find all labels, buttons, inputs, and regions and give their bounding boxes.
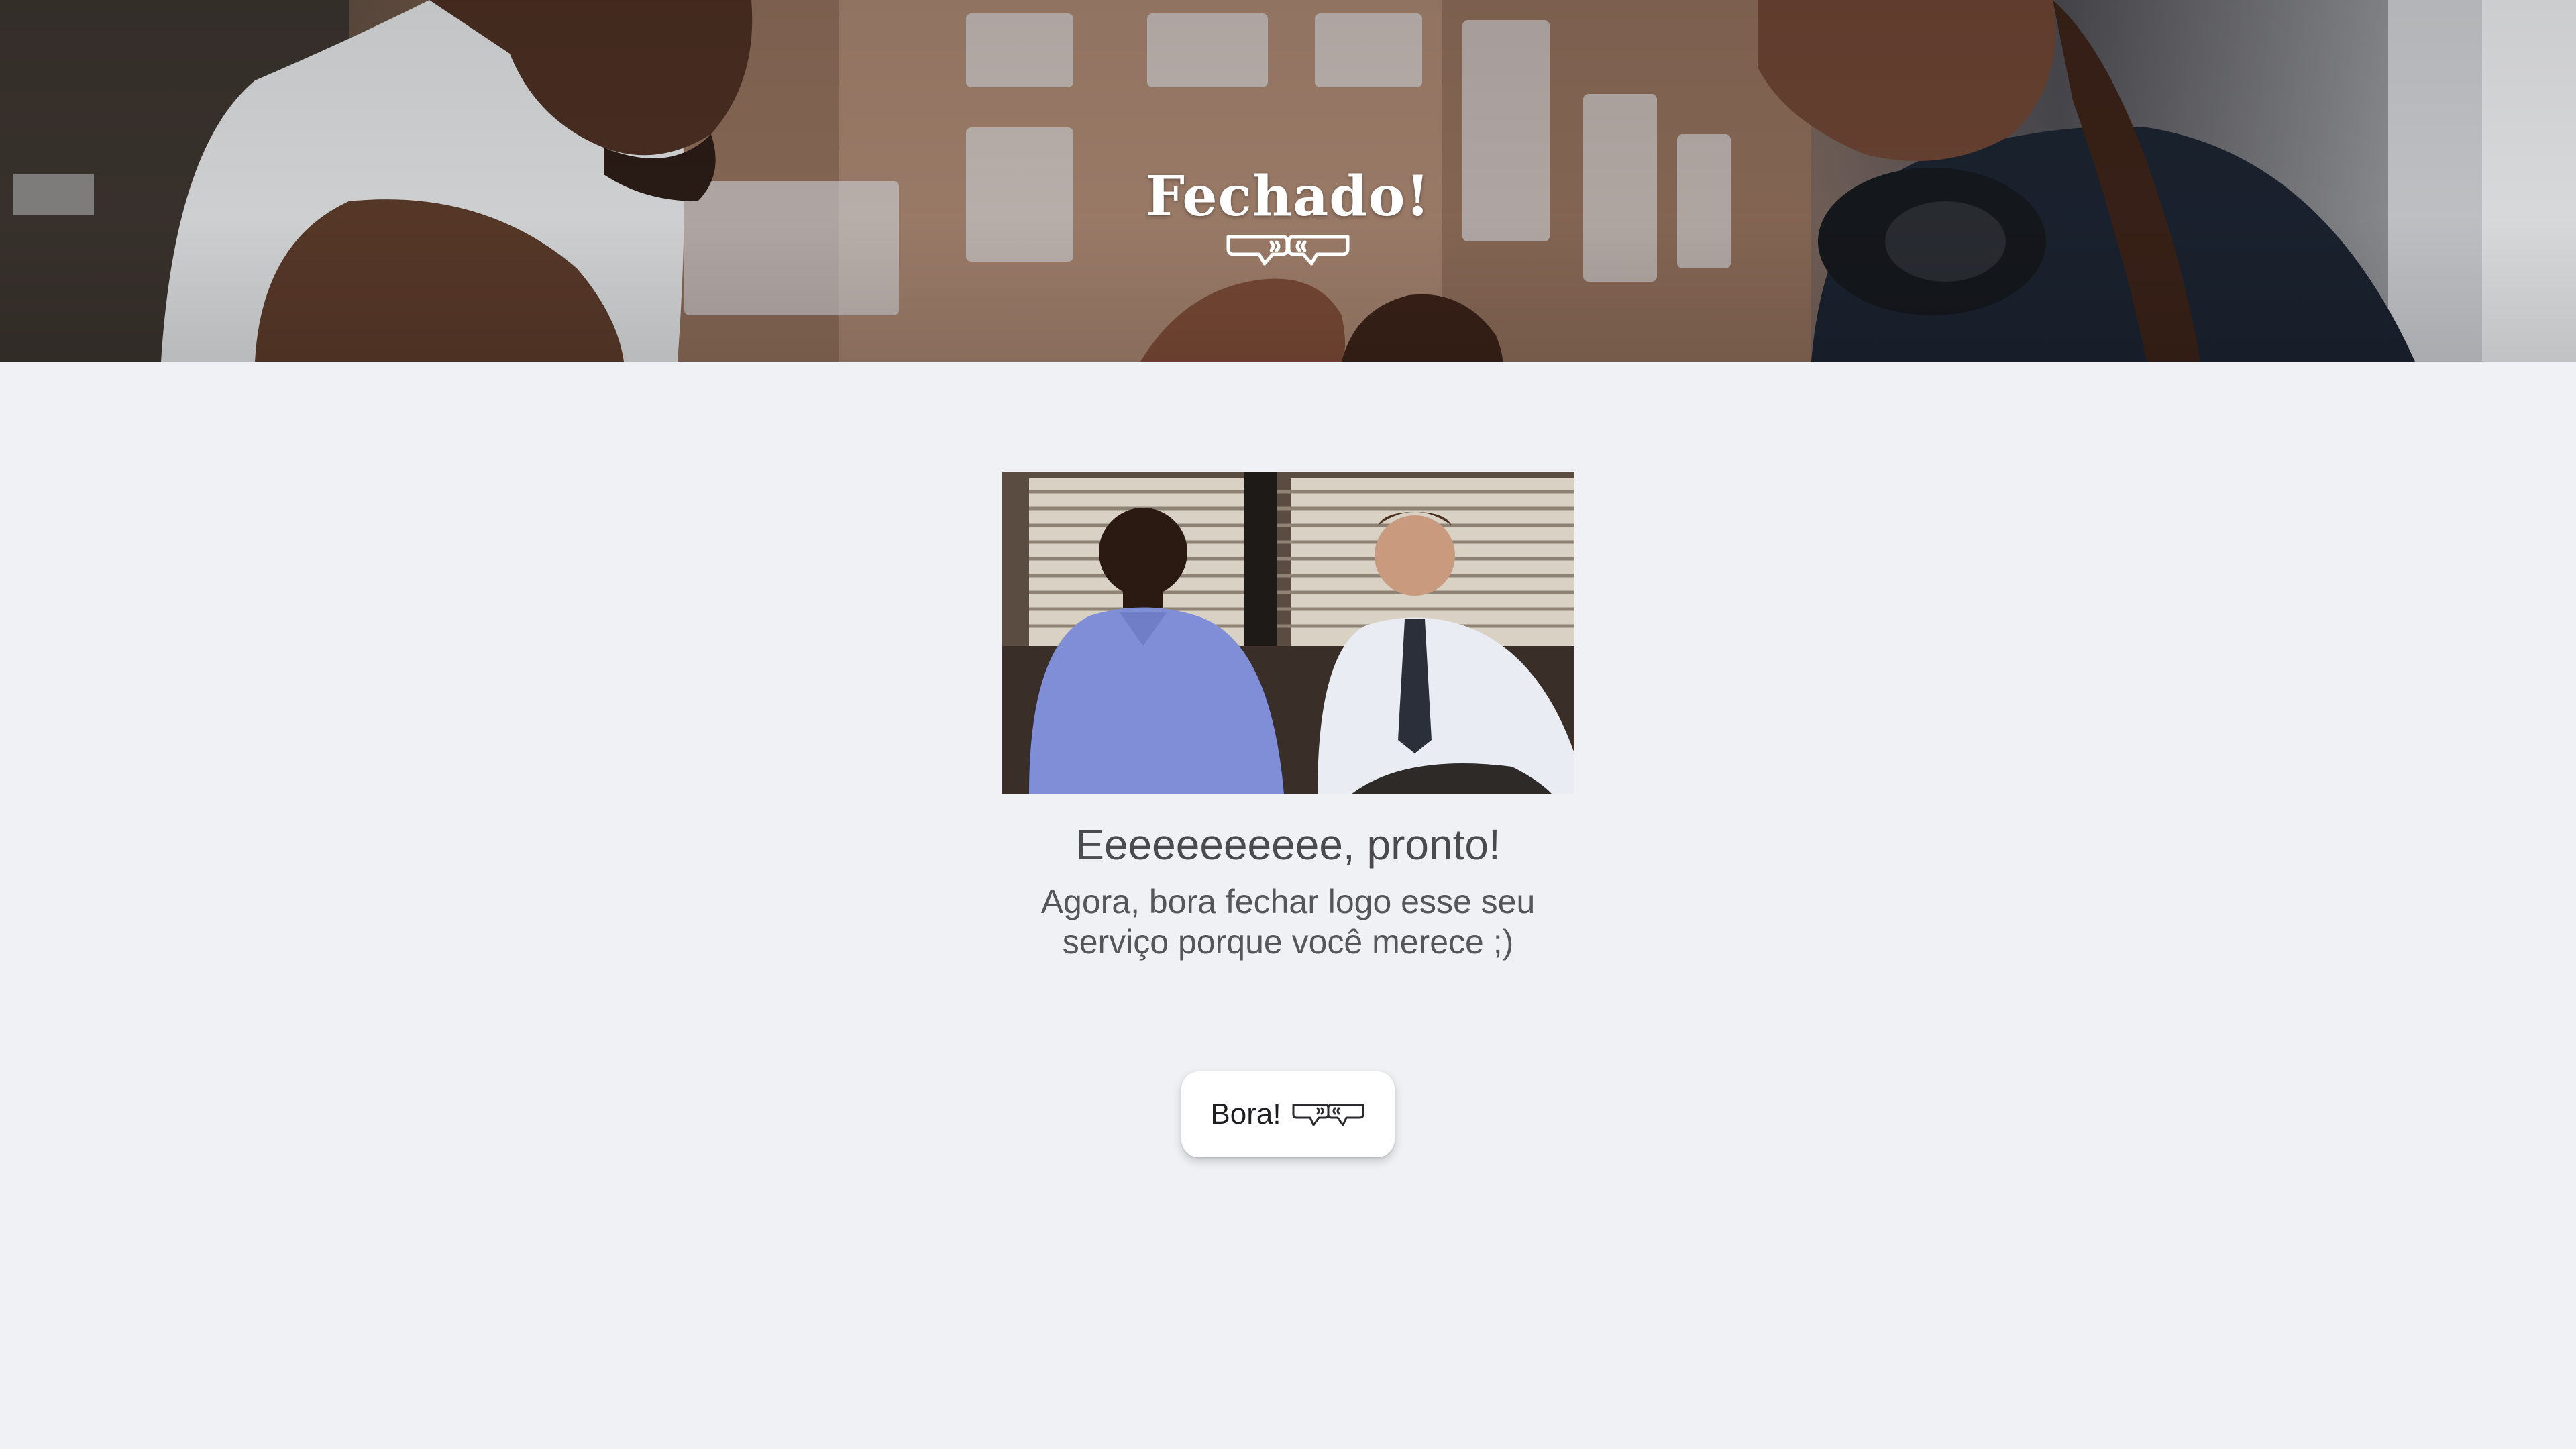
office-scene-image xyxy=(1002,472,1574,794)
fist-bump-icon xyxy=(1292,1104,1364,1126)
fist-bump-icon xyxy=(1226,235,1350,266)
page: Fechado! Eeeeeeeeeee, pronto! Agora, bor… xyxy=(0,0,2576,1449)
logo-text: Fechado! xyxy=(1145,164,1431,229)
logo[interactable]: Fechado! xyxy=(1087,164,1489,270)
hero-banner: Fechado! xyxy=(0,0,2576,362)
subtext: Agora, bora fechar logo esse seu serviço… xyxy=(953,881,1623,962)
bora-button-label: Bora! xyxy=(1210,1097,1281,1130)
subtext-line-2: serviço porque você merece ;) xyxy=(1062,923,1514,961)
headline: Eeeeeeeeeee, pronto! xyxy=(1075,820,1501,869)
subtext-line-1: Agora, bora fechar logo esse seu xyxy=(1040,883,1536,920)
bora-button[interactable]: Bora! xyxy=(1181,1071,1395,1157)
celebration-gif xyxy=(1002,472,1574,794)
